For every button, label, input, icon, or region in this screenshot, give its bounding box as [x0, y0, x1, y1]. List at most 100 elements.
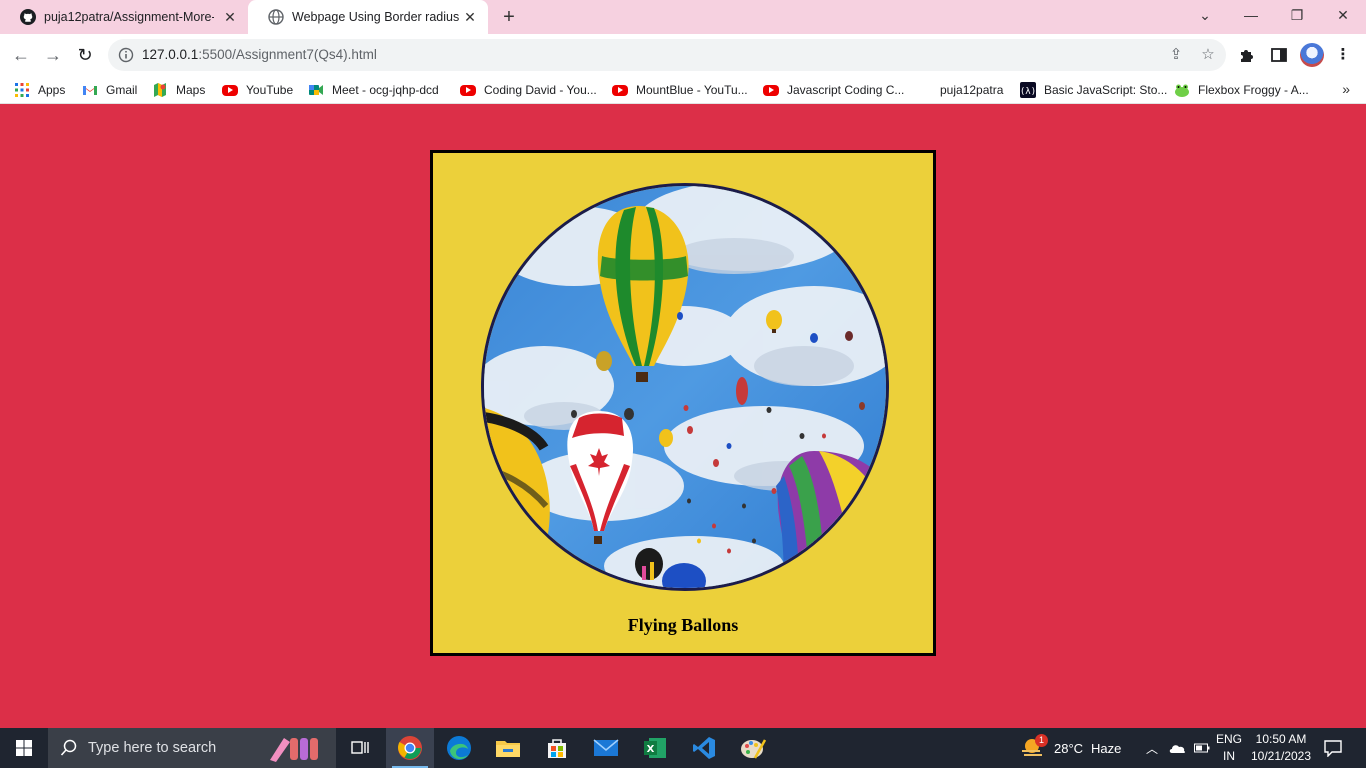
- bookmark-javascript-coding[interactable]: Javascript Coding C...: [763, 81, 904, 99]
- bookmark-youtube[interactable]: YouTube: [222, 81, 293, 99]
- restore-button[interactable]: ❐: [1274, 0, 1320, 30]
- weather-widget[interactable]: 1 28°C Haze: [1020, 728, 1121, 768]
- profile-avatar[interactable]: [1300, 43, 1324, 67]
- tab-border-radius[interactable]: Webpage Using Border radius ✕: [248, 0, 488, 34]
- youtube-icon: [763, 84, 779, 96]
- star-icon[interactable]: ☆: [1198, 45, 1218, 65]
- edge-icon: [447, 736, 471, 760]
- vscode-icon: [693, 737, 715, 759]
- tab-github[interactable]: puja12patra/Assignment-More-c ✕: [0, 0, 248, 34]
- bookmark-freecodecamp[interactable]: (λ) Basic JavaScript: Sto...: [1020, 81, 1167, 99]
- windows-taskbar: Type here to search X 1 28°C Haze ︿ ENG …: [0, 728, 1366, 768]
- youtube-icon: [460, 84, 476, 96]
- close-icon[interactable]: ✕: [462, 9, 478, 25]
- bookmark-label: Apps: [38, 83, 66, 97]
- taskbar-paint[interactable]: [729, 728, 777, 768]
- url-text: 127.0.0.1:5500/Assignment7(Qs4).html: [142, 47, 377, 62]
- bookmark-label: Gmail: [106, 83, 138, 97]
- task-view-button[interactable]: [336, 728, 384, 768]
- folder-icon: [496, 741, 520, 757]
- region-code: IN: [1223, 749, 1235, 763]
- excel-icon: X: [644, 738, 666, 758]
- bookmark-label: YouTube: [246, 83, 294, 97]
- weather-condition: Haze: [1091, 740, 1122, 756]
- maps-icon: [154, 83, 166, 97]
- close-icon[interactable]: ✕: [222, 9, 238, 25]
- taskbar-edge[interactable]: [435, 728, 483, 768]
- tab-title: puja12patra/Assignment-More-c: [44, 10, 214, 24]
- svg-text:X: X: [647, 744, 655, 755]
- chevron-down-icon[interactable]: ⌄: [1182, 0, 1228, 30]
- taskbar-excel[interactable]: X: [631, 728, 679, 768]
- onedrive-icon[interactable]: [1168, 728, 1186, 768]
- chrome-icon: [398, 736, 422, 760]
- bookmark-gmail[interactable]: Gmail: [82, 81, 137, 99]
- bookmark-label: Javascript Coding C...: [787, 83, 905, 97]
- window-close-button[interactable]: ✕: [1320, 0, 1366, 30]
- forward-button[interactable]: →: [40, 42, 66, 68]
- menu-icon[interactable]: ⋮: [1332, 44, 1354, 66]
- github-icon: [20, 9, 36, 25]
- balloons-photo: [484, 186, 886, 588]
- weather-temp: 28°C: [1054, 740, 1084, 756]
- reload-button[interactable]: ↻: [72, 42, 98, 68]
- task-view-icon: [351, 741, 369, 754]
- bookmark-label: puja12patra: [940, 83, 1004, 97]
- notification-icon[interactable]: [1324, 728, 1342, 768]
- gmail-icon: [83, 86, 97, 95]
- clock-date: 10/21/2023: [1250, 749, 1312, 763]
- bookmark-flexbox-froggy[interactable]: Flexbox Froggy - A...: [1174, 81, 1309, 99]
- back-button[interactable]: ←: [8, 42, 34, 68]
- search-icon: [60, 739, 77, 756]
- mail-icon: [593, 739, 619, 756]
- haze-weather-icon: 1: [1020, 734, 1048, 760]
- store-icon: [548, 739, 566, 758]
- froggy-icon: [1175, 84, 1189, 97]
- bookmark-apps[interactable]: Apps: [14, 81, 65, 99]
- taskbar-store[interactable]: [533, 728, 581, 768]
- address-bar[interactable]: 127.0.0.1:5500/Assignment7(Qs4).html ⇪ ☆: [108, 39, 1226, 71]
- battery-icon[interactable]: [1194, 728, 1210, 768]
- clock-time: 10:50 AM: [1255, 732, 1307, 746]
- extensions-icon[interactable]: [1236, 44, 1258, 66]
- chevron-up-icon[interactable]: ︿: [1146, 728, 1158, 768]
- language-code: ENG: [1216, 732, 1243, 746]
- bookmark-puja12patra[interactable]: puja12patra: [940, 81, 1003, 99]
- bookmark-label: Flexbox Froggy - A...: [1198, 83, 1309, 97]
- bookmark-label: Coding David - You...: [484, 83, 597, 97]
- bookmark-label: MountBlue - YouTu...: [636, 83, 748, 97]
- taskbar-file-explorer[interactable]: [484, 728, 532, 768]
- start-button[interactable]: [0, 728, 48, 768]
- windows-logo-icon: [16, 740, 32, 756]
- taskbar-search[interactable]: Type here to search: [48, 728, 336, 768]
- side-panel-icon[interactable]: [1268, 44, 1290, 66]
- taskbar-chrome[interactable]: [386, 728, 434, 768]
- bookmark-label: Meet - ocg-jqhp-dcd: [332, 83, 439, 97]
- balloons-image: [481, 183, 889, 591]
- language-indicator[interactable]: ENG IN: [1216, 731, 1242, 765]
- taskbar-vscode[interactable]: [680, 728, 728, 768]
- new-tab-button[interactable]: +: [498, 6, 520, 28]
- chevron-double-right-icon[interactable]: »: [1342, 81, 1350, 97]
- search-highlight-icon: [270, 738, 318, 762]
- share-icon[interactable]: ⇪: [1166, 45, 1186, 65]
- info-icon[interactable]: [118, 47, 134, 63]
- taskbar-mail[interactable]: [582, 728, 630, 768]
- bookmark-meet[interactable]: Meet - ocg-jqhp-dcd: [308, 81, 439, 99]
- tab-strip: puja12patra/Assignment-More-c ✕ Webpage …: [0, 0, 1366, 34]
- bookmark-label: Basic JavaScript: Sto...: [1044, 83, 1168, 97]
- bookmarks-bar: Apps Gmail Maps YouTube Meet - ocg-jqhp-…: [0, 76, 1366, 104]
- minimize-button[interactable]: —: [1228, 0, 1274, 30]
- globe-icon: [268, 9, 284, 25]
- bookmark-coding-david[interactable]: Coding David - You...: [460, 81, 597, 99]
- svg-text:(λ): (λ): [1020, 87, 1036, 97]
- search-placeholder: Type here to search: [88, 740, 217, 756]
- image-card: Flying Ballons: [430, 150, 936, 656]
- system-clock[interactable]: 10:50 AM 10/21/2023: [1250, 731, 1312, 765]
- freecodecamp-icon: (λ): [1020, 82, 1036, 98]
- youtube-icon: [612, 84, 628, 96]
- apps-grid-icon: [15, 83, 29, 97]
- bookmark-maps[interactable]: Maps: [152, 81, 205, 99]
- youtube-icon: [222, 84, 238, 96]
- bookmark-mountblue[interactable]: MountBlue - YouTu...: [612, 81, 748, 99]
